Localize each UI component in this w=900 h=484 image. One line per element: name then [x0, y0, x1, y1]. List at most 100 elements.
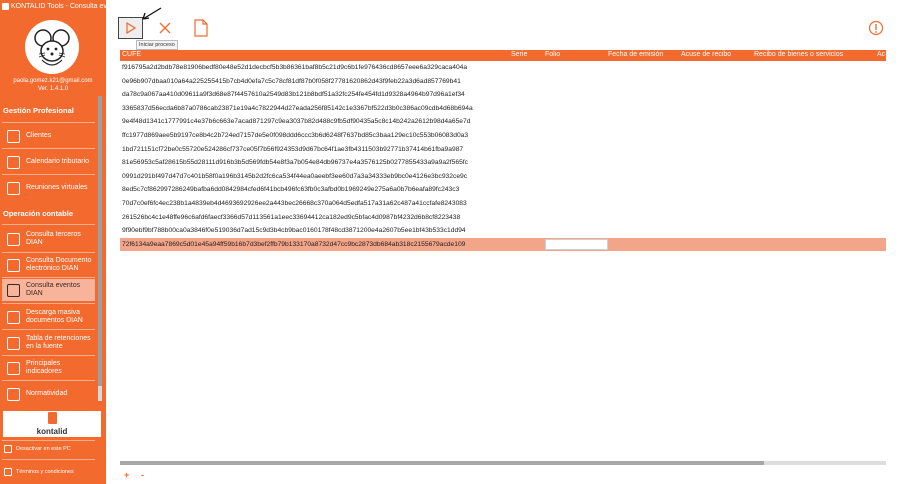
cufe-cell[interactable]: da78c9a067aa410d09611a9f3d68e87f4457610a… [122, 88, 465, 101]
cufe-cell[interactable]: 3365837d56ecda6b87a0786cab23871e19a4c782… [122, 102, 473, 115]
scale-icon [7, 387, 20, 401]
table-row[interactable]: 81e56953c5af28615b55d28111d916b3b5d569fd… [120, 156, 886, 169]
divider [2, 122, 95, 123]
sidebar-item-label: Descarga masiva documentos DIAN [26, 309, 83, 324]
divider [2, 459, 95, 460]
cufe-cell[interactable]: 0e96b907dbaa010a64a225255415b7cb4d0efa7c… [122, 75, 461, 88]
cufe-cell[interactable]: 261526bc4c1e48ffe96c6afd6faecf3366d57d11… [122, 211, 460, 224]
sidebar-item-clientes[interactable]: Clientes [2, 125, 95, 147]
monitor-icon [4, 445, 12, 453]
divider [2, 252, 95, 253]
sidebar-item-label: Consulta Documento electrónico DIAN [26, 257, 92, 272]
divider [2, 380, 95, 381]
column-header-fecha-emision[interactable]: Fecha de emisión [608, 51, 663, 58]
cufe-cell[interactable]: ffc1977d869aee5b9197ce8b4c2b724ed7157de5… [122, 129, 468, 142]
close-icon[interactable] [157, 20, 173, 36]
sidebar-item-documento-electronico[interactable]: Consulta Documento electrónico DIAN [2, 254, 95, 276]
sidebar-item-label: Calendario tributario [26, 158, 90, 165]
video-icon [7, 181, 20, 195]
divider [2, 355, 95, 356]
cufe-cell[interactable]: f916795a2d2bdb78e81906bedf80e48e52d1decb… [122, 61, 467, 74]
table-row[interactable]: f916795a2d2bdb78e81906bedf80e48e52d1decb… [120, 61, 886, 74]
divider [2, 224, 95, 225]
table-row[interactable]: 9f90ebf9bf788b00ca0a3846f0e519036d7ad15c… [120, 224, 886, 237]
deactivate-pc-link[interactable]: Desactivar en este PC [4, 445, 71, 453]
cufe-cell[interactable]: 81e56953c5af28615b55d28111d916b3b5d569fd… [122, 156, 468, 169]
table-row[interactable]: da78c9a067aa410d09611a9f3d68e87f4457610a… [120, 88, 886, 101]
cufe-cell[interactable]: 9f90ebf9bf788b00ca0a3846f0e519036d7ad15c… [122, 224, 466, 237]
sidebar-item-tabla-retenciones[interactable]: Tabla de retenciones en la fuente [2, 332, 95, 354]
cufe-cell[interactable]: 8ed5c7cf862997286249bafba6dd0842984cfed6… [122, 183, 459, 196]
column-header-acuse-recibo[interactable]: Acuse de recibo [681, 51, 731, 58]
tooltip: Iniciar proceso [136, 40, 178, 50]
avatar[interactable] [25, 20, 79, 74]
person-search-icon [7, 232, 20, 246]
sidebar: KONTALID Tools - Consulta eventos DIAN p… [0, 0, 143, 484]
sidebar-item-descarga-masiva[interactable]: Descarga masiva documentos DIAN [2, 306, 95, 328]
arrow-annotation-icon [142, 7, 162, 20]
grid-body: f916795a2d2bdb78e81906bedf80e48e52d1decb… [120, 61, 886, 261]
folio-edit-field[interactable] [545, 238, 608, 250]
document-icon[interactable] [194, 19, 208, 37]
table-row[interactable]: 1bd721151cf72be0c55720e524286cf737ce05f7… [120, 143, 886, 156]
app-icon [2, 3, 9, 10]
divider [2, 174, 95, 175]
user-email: paola.gomez.k21@gmail.com [13, 78, 93, 84]
chart-icon [7, 361, 20, 375]
table-row[interactable]: 70d7c0ef6fc4ec238b1a4839eb4d4693692926ee… [120, 197, 886, 210]
grid-header: CUFE Serie Folio Fecha de emisión Acuse … [120, 50, 886, 61]
app-window: KONTALID Tools - Consulta eventos DIAN p… [0, 0, 900, 484]
table-row[interactable]: 9e4f48d1341c1777991c4e37b6c663e7acad8712… [120, 115, 886, 128]
column-header-folio[interactable]: Folio [545, 51, 560, 58]
column-header-cufe[interactable]: CUFE [122, 51, 141, 58]
info-icon[interactable] [868, 20, 884, 36]
bottom-link-label: Términos y condiciones [16, 469, 74, 475]
section-operacion-contable: Operación contable [3, 209, 74, 218]
remove-row-button[interactable]: - [141, 470, 144, 480]
sidebar-item-label: Clientes [26, 132, 52, 139]
table-row[interactable]: 72f6134a9eaa7869c5d01e45a94ff59b16b7d3be… [120, 237, 886, 251]
document-icon [7, 258, 20, 272]
divider [2, 440, 95, 441]
divider [2, 329, 95, 330]
mouse-icon [34, 29, 70, 66]
horizontal-scrollbar-thumb[interactable] [120, 461, 764, 465]
sidebar-item-normatividad[interactable]: Normatividad [2, 383, 95, 405]
sidebar-item-consulta-terceros[interactable]: Consulta terceros DIAN [2, 228, 95, 250]
table-row[interactable]: 8ed5c7cf862997286249bafba6dd0842984cfed6… [120, 183, 886, 196]
cufe-cell[interactable]: 72f6134a9eaa7869c5d01e45a94ff59b16b7d3be… [122, 238, 465, 251]
sidebar-scrollbar-thumb[interactable] [98, 96, 102, 386]
table-row[interactable]: 3365837d56ecda6b87a0786cab23871e19a4c782… [120, 102, 886, 115]
table-row[interactable]: ffc1977d869aee5b9197ce8b4c2b724ed7157de5… [120, 129, 886, 142]
sidebar-item-calendario[interactable]: Calendario tributario [2, 151, 95, 173]
users-icon [7, 129, 20, 143]
kontalid-logo: kontalid [3, 411, 101, 437]
sidebar-item-indicadores[interactable]: Principales indicadores [2, 357, 95, 379]
sidebar-item-label: Tabla de retenciones en la fuente [26, 335, 91, 350]
logo-text: kontalid [36, 427, 68, 436]
play-icon [125, 22, 136, 34]
column-header-serie[interactable]: Serie [511, 51, 527, 58]
sidebar-item-reuniones[interactable]: Reuniones virtuales [2, 177, 95, 199]
sidebar-item-label: Reuniones virtuales [26, 184, 88, 191]
cufe-cell[interactable]: 9e4f48d1341c1777991c4e37b6c663e7acad8712… [122, 115, 470, 128]
document-icon [4, 468, 12, 476]
add-row-button[interactable]: + [124, 470, 129, 480]
terms-link[interactable]: Términos y condiciones [4, 468, 74, 476]
cufe-cell[interactable]: 70d7c0ef6fc4ec238b1a4839eb4d4693692926ee… [122, 197, 467, 210]
cufe-cell[interactable]: 0991d291bf497d47d7c401b58f0a196b3145b2d2… [122, 170, 467, 183]
bottom-link-label: Desactivar en este PC [16, 446, 71, 452]
table-row[interactable]: 261526bc4c1e48ffe96c6afd6faecf3366d57d11… [120, 211, 886, 224]
column-header-recibo-bienes[interactable]: Recibo de bienes o servicios [754, 51, 843, 58]
column-header-aceptacion[interactable]: Ac [877, 51, 885, 58]
table-row[interactable]: 0e96b907dbaa010a64a225255415b7cb4d0efa7c… [120, 75, 886, 88]
cufe-cell[interactable]: 1bd721151cf72be0c55720e524286cf737ce05f7… [122, 143, 463, 156]
table-row[interactable]: 0991d291bf497d47d7c401b58f0a196b3145b2d2… [120, 170, 886, 183]
divider [2, 303, 95, 304]
sidebar-item-consulta-eventos[interactable]: Consulta eventos DIAN [2, 279, 95, 301]
download-icon [7, 310, 20, 324]
window-title: KONTALID Tools - Consulta eventos DIAN [11, 3, 143, 10]
sidebar-item-label: Normatividad [26, 390, 68, 397]
sidebar-item-label: Consulta terceros DIAN [26, 231, 81, 246]
sidebar-item-label: Principales indicadores [26, 360, 62, 375]
